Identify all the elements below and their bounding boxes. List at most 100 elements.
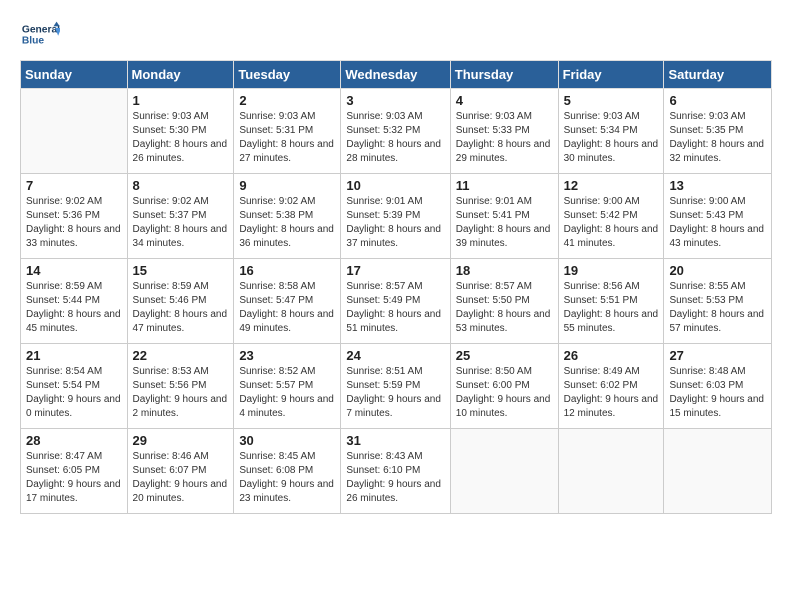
svg-text:Blue: Blue: [22, 36, 45, 47]
day-info: Sunrise: 8:53 AMSunset: 5:56 PMDaylight:…: [133, 365, 229, 421]
calendar-cell: 23 Sunrise: 8:52 AMSunset: 5:57 PMDayligh…: [234, 344, 341, 429]
day-number: 28: [26, 433, 122, 448]
calendar-table: SundayMondayTuesdayWednesdayThursdayFrid…: [20, 60, 772, 514]
day-number: 8: [133, 178, 229, 193]
day-number: 16: [239, 263, 335, 278]
day-number: 30: [239, 433, 335, 448]
calendar-cell: 5 Sunrise: 9:03 AMSunset: 5:34 PMDaylight…: [558, 89, 664, 174]
calendar-week-row: 1Sunrise: 9:03 AMSunset: 5:30 PMDaylight…: [21, 89, 772, 174]
calendar-week-row: 21 Sunrise: 8:54 AMSunset: 5:54 PMDayligh…: [21, 344, 772, 429]
calendar-cell: 29Sunrise: 8:46 AMSunset: 6:07 PMDayligh…: [127, 429, 234, 514]
calendar-cell: 13 Sunrise: 9:00 AMSunset: 5:43 PMDayligh…: [664, 174, 772, 259]
day-info: Sunrise: 9:02 AMSunset: 5:38 PMDaylight:…: [239, 195, 335, 251]
day-info: Sunrise: 8:51 AMSunset: 5:59 PMDaylight:…: [346, 365, 444, 421]
calendar-cell: 4Sunrise: 9:03 AMSunset: 5:33 PMDaylight…: [450, 89, 558, 174]
day-number: 9: [239, 178, 335, 193]
day-info: Sunrise: 8:48 AMSunset: 6:03 PMDaylight:…: [669, 365, 766, 421]
calendar-cell: [21, 89, 128, 174]
day-info: Sunrise: 9:02 AMSunset: 5:37 PMDaylight:…: [133, 195, 229, 251]
weekday-header: Monday: [127, 61, 234, 89]
day-number: 20: [669, 263, 766, 278]
day-number: 2: [239, 93, 335, 108]
day-number: 5: [564, 93, 659, 108]
calendar-cell: 9 Sunrise: 9:02 AMSunset: 5:38 PMDaylight…: [234, 174, 341, 259]
day-number: 11: [456, 178, 553, 193]
calendar-cell: 27 Sunrise: 8:48 AMSunset: 6:03 PMDayligh…: [664, 344, 772, 429]
day-info: Sunrise: 9:03 AMSunset: 5:31 PMDaylight:…: [239, 110, 335, 166]
day-info: Sunrise: 8:57 AMSunset: 5:49 PMDaylight:…: [346, 280, 444, 336]
weekday-header: Wednesday: [341, 61, 450, 89]
day-number: 23: [239, 348, 335, 363]
day-info: Sunrise: 9:03 AMSunset: 5:32 PMDaylight:…: [346, 110, 444, 166]
calendar-cell: 22 Sunrise: 8:53 AMSunset: 5:56 PMDayligh…: [127, 344, 234, 429]
calendar-cell: 24 Sunrise: 8:51 AMSunset: 5:59 PMDayligh…: [341, 344, 450, 429]
day-number: 27: [669, 348, 766, 363]
calendar-cell: 8 Sunrise: 9:02 AMSunset: 5:37 PMDaylight…: [127, 174, 234, 259]
weekday-header: Sunday: [21, 61, 128, 89]
weekday-header: Saturday: [664, 61, 772, 89]
day-number: 14: [26, 263, 122, 278]
day-info: Sunrise: 8:54 AMSunset: 5:54 PMDaylight:…: [26, 365, 122, 421]
calendar-cell: 19 Sunrise: 8:56 AMSunset: 5:51 PMDayligh…: [558, 259, 664, 344]
calendar-cell: 28Sunrise: 8:47 AMSunset: 6:05 PMDayligh…: [21, 429, 128, 514]
logo: General Blue: [20, 20, 60, 50]
calendar-cell: 12Sunrise: 9:00 AMSunset: 5:42 PMDayligh…: [558, 174, 664, 259]
day-number: 18: [456, 263, 553, 278]
day-info: Sunrise: 9:01 AMSunset: 5:39 PMDaylight:…: [346, 195, 444, 251]
day-info: Sunrise: 8:55 AMSunset: 5:53 PMDaylight:…: [669, 280, 766, 336]
calendar-cell: 20 Sunrise: 8:55 AMSunset: 5:53 PMDayligh…: [664, 259, 772, 344]
day-info: Sunrise: 8:49 AMSunset: 6:02 PMDaylight:…: [564, 365, 659, 421]
day-info: Sunrise: 9:01 AMSunset: 5:41 PMDaylight:…: [456, 195, 553, 251]
day-info: Sunrise: 8:59 AMSunset: 5:44 PMDaylight:…: [26, 280, 122, 336]
day-number: 26: [564, 348, 659, 363]
calendar-cell: [558, 429, 664, 514]
day-number: 21: [26, 348, 122, 363]
day-info: Sunrise: 8:50 AMSunset: 6:00 PMDaylight:…: [456, 365, 553, 421]
calendar-cell: 1Sunrise: 9:03 AMSunset: 5:30 PMDaylight…: [127, 89, 234, 174]
day-number: 7: [26, 178, 122, 193]
day-info: Sunrise: 9:02 AMSunset: 5:36 PMDaylight:…: [26, 195, 122, 251]
day-info: Sunrise: 8:58 AMSunset: 5:47 PMDaylight:…: [239, 280, 335, 336]
day-number: 6: [669, 93, 766, 108]
calendar-cell: 14 Sunrise: 8:59 AMSunset: 5:44 PMDayligh…: [21, 259, 128, 344]
day-info: Sunrise: 8:56 AMSunset: 5:51 PMDaylight:…: [564, 280, 659, 336]
day-info: Sunrise: 9:03 AMSunset: 5:34 PMDaylight:…: [564, 110, 659, 166]
calendar-header-row: SundayMondayTuesdayWednesdayThursdayFrid…: [21, 61, 772, 89]
calendar-cell: 17 Sunrise: 8:57 AMSunset: 5:49 PMDayligh…: [341, 259, 450, 344]
generalblue-logo-icon: General Blue: [20, 20, 60, 50]
calendar-cell: 26 Sunrise: 8:49 AMSunset: 6:02 PMDayligh…: [558, 344, 664, 429]
calendar-week-row: 14 Sunrise: 8:59 AMSunset: 5:44 PMDayligh…: [21, 259, 772, 344]
calendar-cell: 16 Sunrise: 8:58 AMSunset: 5:47 PMDayligh…: [234, 259, 341, 344]
calendar-cell: 3Sunrise: 9:03 AMSunset: 5:32 PMDaylight…: [341, 89, 450, 174]
day-info: Sunrise: 8:43 AMSunset: 6:10 PMDaylight:…: [346, 450, 444, 506]
day-number: 25: [456, 348, 553, 363]
header: General Blue: [20, 20, 772, 50]
day-number: 22: [133, 348, 229, 363]
calendar-cell: 25 Sunrise: 8:50 AMSunset: 6:00 PMDayligh…: [450, 344, 558, 429]
day-number: 19: [564, 263, 659, 278]
weekday-header: Tuesday: [234, 61, 341, 89]
day-number: 10: [346, 178, 444, 193]
day-info: Sunrise: 9:00 AMSunset: 5:43 PMDaylight:…: [669, 195, 766, 251]
day-number: 24: [346, 348, 444, 363]
day-number: 13: [669, 178, 766, 193]
calendar-cell: [664, 429, 772, 514]
calendar-cell: 15 Sunrise: 8:59 AMSunset: 5:46 PMDayligh…: [127, 259, 234, 344]
calendar-cell: 7 Sunrise: 9:02 AMSunset: 5:36 PMDaylight…: [21, 174, 128, 259]
calendar-cell: 10 Sunrise: 9:01 AMSunset: 5:39 PMDayligh…: [341, 174, 450, 259]
calendar-cell: 2 Sunrise: 9:03 AMSunset: 5:31 PMDaylight…: [234, 89, 341, 174]
day-info: Sunrise: 8:52 AMSunset: 5:57 PMDaylight:…: [239, 365, 335, 421]
calendar-cell: 6Sunrise: 9:03 AMSunset: 5:35 PMDaylight…: [664, 89, 772, 174]
day-number: 15: [133, 263, 229, 278]
weekday-header: Friday: [558, 61, 664, 89]
calendar-cell: 31Sunrise: 8:43 AMSunset: 6:10 PMDayligh…: [341, 429, 450, 514]
calendar-week-row: 7 Sunrise: 9:02 AMSunset: 5:36 PMDaylight…: [21, 174, 772, 259]
page: General Blue SundayMondayTuesdayWednesda…: [0, 0, 792, 612]
day-number: 12: [564, 178, 659, 193]
day-info: Sunrise: 9:03 AMSunset: 5:33 PMDaylight:…: [456, 110, 553, 166]
day-number: 17: [346, 263, 444, 278]
calendar-cell: 21 Sunrise: 8:54 AMSunset: 5:54 PMDayligh…: [21, 344, 128, 429]
day-number: 1: [133, 93, 229, 108]
calendar-cell: 18Sunrise: 8:57 AMSunset: 5:50 PMDayligh…: [450, 259, 558, 344]
day-info: Sunrise: 8:59 AMSunset: 5:46 PMDaylight:…: [133, 280, 229, 336]
